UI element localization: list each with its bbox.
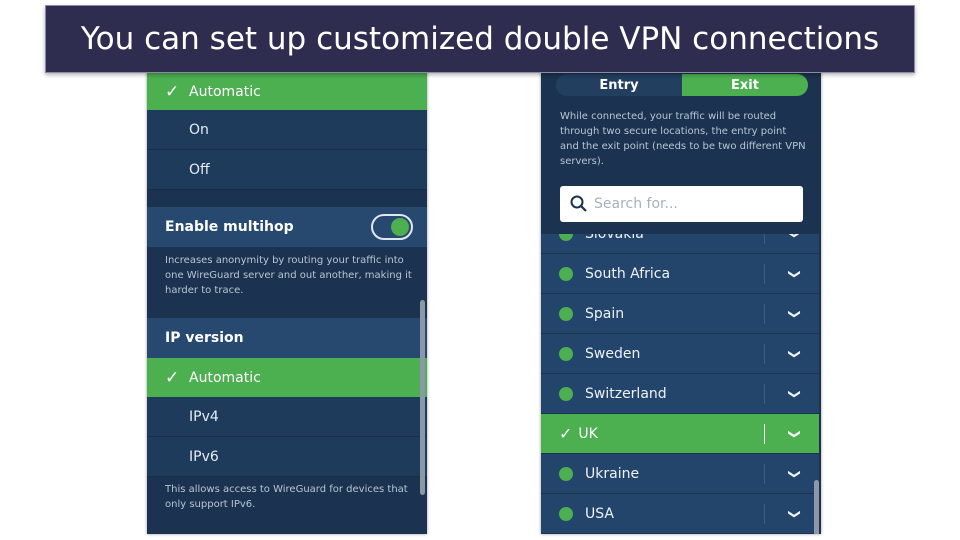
country-row[interactable]: ✓ UK ❯ (541, 414, 819, 454)
multihop-panel: Entry Exit While connected, your traffic… (541, 72, 821, 534)
toggle-knob (391, 218, 409, 236)
check-icon: ✓ (559, 424, 573, 443)
divider (764, 463, 765, 484)
chevron-down-icon[interactable]: ❯ (788, 304, 802, 324)
entry-exit-tabs: Entry Exit (556, 74, 808, 96)
country-name: Sweden (585, 345, 641, 362)
divider (764, 423, 765, 444)
banner-title: You can set up customized double VPN con… (45, 5, 915, 73)
ip-option-ipv4[interactable]: IPv4 (147, 397, 427, 437)
option-off[interactable]: Off (147, 150, 427, 190)
ip-option-ipv6[interactable]: IPv6 (147, 437, 427, 477)
settings-panel: ✓ Automatic On Off Enable multihop Increa… (147, 72, 427, 534)
chevron-down-icon[interactable]: ❯ (788, 264, 802, 284)
option-label: IPv4 (189, 408, 219, 425)
country-name: USA (585, 505, 614, 522)
option-label: IPv6 (189, 448, 219, 465)
country-row[interactable]: Spain ❯ (541, 294, 819, 334)
multihop-description: Increases anonymity by routing your traf… (165, 255, 412, 296)
country-row[interactable]: Sweden ❯ (541, 334, 819, 374)
divider (764, 303, 765, 324)
check-icon: ✓ (165, 367, 180, 388)
multihop-header: Enable multihop (147, 207, 427, 247)
multihop-label: Enable multihop (165, 219, 294, 235)
option-label: Off (189, 161, 210, 178)
divider (764, 383, 765, 404)
tab-entry[interactable]: Entry (556, 74, 682, 96)
option-automatic[interactable]: ✓ Automatic (147, 72, 427, 112)
country-row[interactable]: South Africa ❯ (541, 254, 819, 294)
scrollbar[interactable] (420, 300, 425, 495)
chevron-down-icon[interactable]: ❯ (788, 344, 802, 364)
option-on[interactable]: On (147, 110, 427, 150)
search-placeholder: Search for... (594, 196, 678, 212)
option-label: Automatic (189, 83, 261, 100)
country-row[interactable]: USA ❯ (541, 494, 819, 534)
ip-version-description: This allows access to WireGuard for devi… (165, 484, 408, 510)
country-name: Ukraine (585, 465, 640, 482)
country-row[interactable]: Switzerland ❯ (541, 374, 819, 414)
ip-option-automatic[interactable]: ✓ Automatic (147, 358, 427, 398)
ip-version-header: IP version (147, 318, 427, 358)
tab-exit[interactable]: Exit (682, 74, 808, 96)
chevron-down-icon[interactable]: ❯ (788, 424, 802, 444)
multihop-description: While connected, your traffic will be ro… (560, 111, 806, 167)
divider (764, 343, 765, 364)
status-dot-icon (559, 306, 573, 321)
chevron-down-icon[interactable]: ❯ (788, 504, 802, 524)
status-dot-icon (559, 466, 573, 481)
check-icon: ✓ (165, 81, 180, 102)
search-icon (570, 195, 587, 212)
country-name: Spain (585, 305, 625, 322)
multihop-toggle[interactable] (371, 214, 413, 240)
chevron-down-icon[interactable]: ❯ (788, 464, 802, 484)
status-dot-icon (559, 266, 573, 281)
option-label: Automatic (189, 369, 261, 386)
chevron-down-icon[interactable]: ❯ (788, 384, 802, 404)
status-dot-icon (559, 386, 573, 401)
option-label: On (189, 121, 209, 138)
country-row[interactable]: Ukraine ❯ (541, 454, 819, 494)
status-dot-icon (559, 506, 573, 521)
country-name: UK (578, 425, 598, 442)
country-name: South Africa (585, 265, 671, 282)
divider (764, 503, 765, 524)
search-input[interactable]: Search for... (560, 186, 803, 222)
divider (764, 263, 765, 284)
country-name: Switzerland (585, 385, 667, 402)
status-dot-icon (559, 346, 573, 361)
scrollbar[interactable] (814, 480, 819, 534)
